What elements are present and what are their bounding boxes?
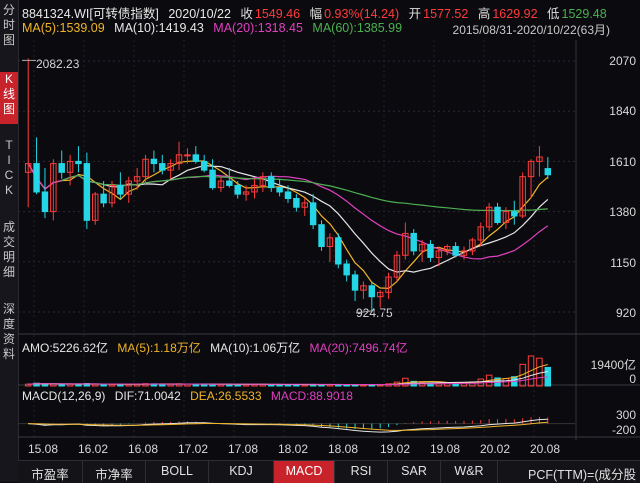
tab-label: 市净率	[95, 468, 133, 482]
candle-body	[494, 206, 501, 224]
candle-body	[318, 224, 325, 248]
candle-body	[184, 154, 191, 157]
candle-body	[427, 243, 434, 258]
candle-body	[544, 168, 552, 176]
candle-body	[200, 160, 208, 171]
candle-body	[75, 160, 82, 165]
candle-body	[276, 187, 283, 193]
candle-body	[192, 154, 200, 162]
candle-body	[209, 169, 216, 189]
indicator-tabs: 市盈率 市净率 BOLL KDJ MACD RSI SAR W&R PCF(TT…	[18, 460, 640, 483]
tab-label: 市盈率	[31, 468, 69, 482]
tab-label: SAR	[401, 464, 427, 478]
volume-bar	[58, 383, 65, 387]
candle-body	[234, 184, 241, 195]
kline-chart[interactable]	[0, 0, 640, 482]
tab-sar[interactable]: SAR	[388, 461, 441, 483]
candle-body	[33, 163, 40, 193]
candle-body	[410, 232, 417, 252]
candle-body	[284, 191, 292, 200]
tab-label: MACD	[285, 464, 323, 478]
tab-kdj[interactable]: KDJ	[209, 461, 274, 483]
candle-body	[343, 263, 350, 276]
volume-ma20-line	[28, 376, 548, 385]
candle-body	[159, 163, 166, 171]
volume-bar	[209, 383, 216, 387]
volume-bar	[536, 357, 543, 387]
candle-body	[335, 237, 342, 265]
candle-body	[58, 163, 65, 173]
tab-rsi[interactable]: RSI	[335, 461, 388, 483]
candle-body	[511, 211, 518, 217]
volume-bar	[100, 383, 107, 387]
candle-body	[100, 193, 107, 204]
candle-body	[150, 158, 158, 165]
candle-body	[268, 176, 275, 189]
candle-body	[351, 274, 359, 291]
candle-body	[293, 198, 300, 208]
tab-pcf[interactable]: PCF(TTM)=(成分股	[528, 464, 636, 483]
tab-boll[interactable]: BOLL	[146, 461, 209, 483]
candle-body	[309, 202, 317, 226]
tab-label: W&R	[454, 464, 484, 478]
tab-pb[interactable]: 市净率	[83, 461, 146, 483]
tab-wr[interactable]: W&R	[441, 461, 498, 483]
tab-label: KDJ	[229, 464, 253, 478]
tab-label: BOLL	[161, 464, 193, 478]
candle-body	[117, 184, 124, 195]
macd-dif-line	[28, 418, 548, 433]
tab-label: RSI	[350, 464, 372, 478]
tab-macd[interactable]: MACD	[274, 461, 335, 483]
candle-body	[226, 180, 233, 186]
candle-body	[41, 191, 49, 213]
tab-pe[interactable]: 市盈率	[18, 461, 83, 483]
candle-body	[83, 163, 91, 221]
candle-body	[368, 285, 376, 298]
candle-body	[452, 246, 459, 256]
